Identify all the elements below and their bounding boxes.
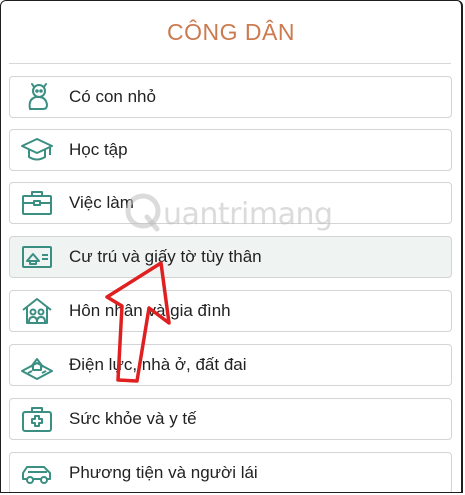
menu-item-land-housing[interactable]: Điện lực, nhà ở, đất đai (9, 344, 452, 386)
menu-item-label: Sức khỏe và y tế (69, 409, 197, 428)
menu-item-employment[interactable]: Việc làm (9, 182, 452, 224)
menu-item-marriage-family[interactable]: Hôn nhân và gia đình (9, 290, 452, 332)
medical-kit-icon (20, 403, 54, 435)
menu-item-health[interactable]: Sức khỏe và y tế (9, 398, 452, 440)
menu-item-label: Có con nhỏ (69, 87, 156, 106)
menu-item-label: Cư trú và giấy tờ tùy thân (69, 247, 262, 266)
menu-item-vehicles-drivers[interactable]: Phương tiện và người lái (9, 452, 452, 492)
baby-icon (20, 81, 54, 113)
land-house-icon (20, 349, 54, 381)
menu-item-label: Điện lực, nhà ở, đất đai (69, 355, 247, 374)
car-icon (20, 457, 54, 489)
family-home-icon (20, 295, 54, 327)
menu-item-label: Việc làm (69, 193, 134, 212)
title-divider (9, 63, 451, 64)
menu-item-residence[interactable]: Cư trú và giấy tờ tùy thân (9, 236, 452, 278)
graduation-cap-icon (20, 134, 54, 166)
citizen-panel: CÔNG DÂN Có con nhỏ Học tập Việc làm Cư … (0, 0, 463, 493)
briefcase-icon (20, 187, 54, 219)
id-card-icon (20, 241, 54, 273)
menu-item-children[interactable]: Có con nhỏ (9, 76, 452, 118)
section-title: CÔNG DÂN (167, 19, 295, 45)
menu-item-education[interactable]: Học tập (9, 129, 452, 171)
menu-item-label: Học tập (69, 140, 128, 159)
menu-item-label: Phương tiện và người lái (69, 463, 258, 482)
menu-item-label: Hôn nhân và gia đình (69, 301, 231, 320)
